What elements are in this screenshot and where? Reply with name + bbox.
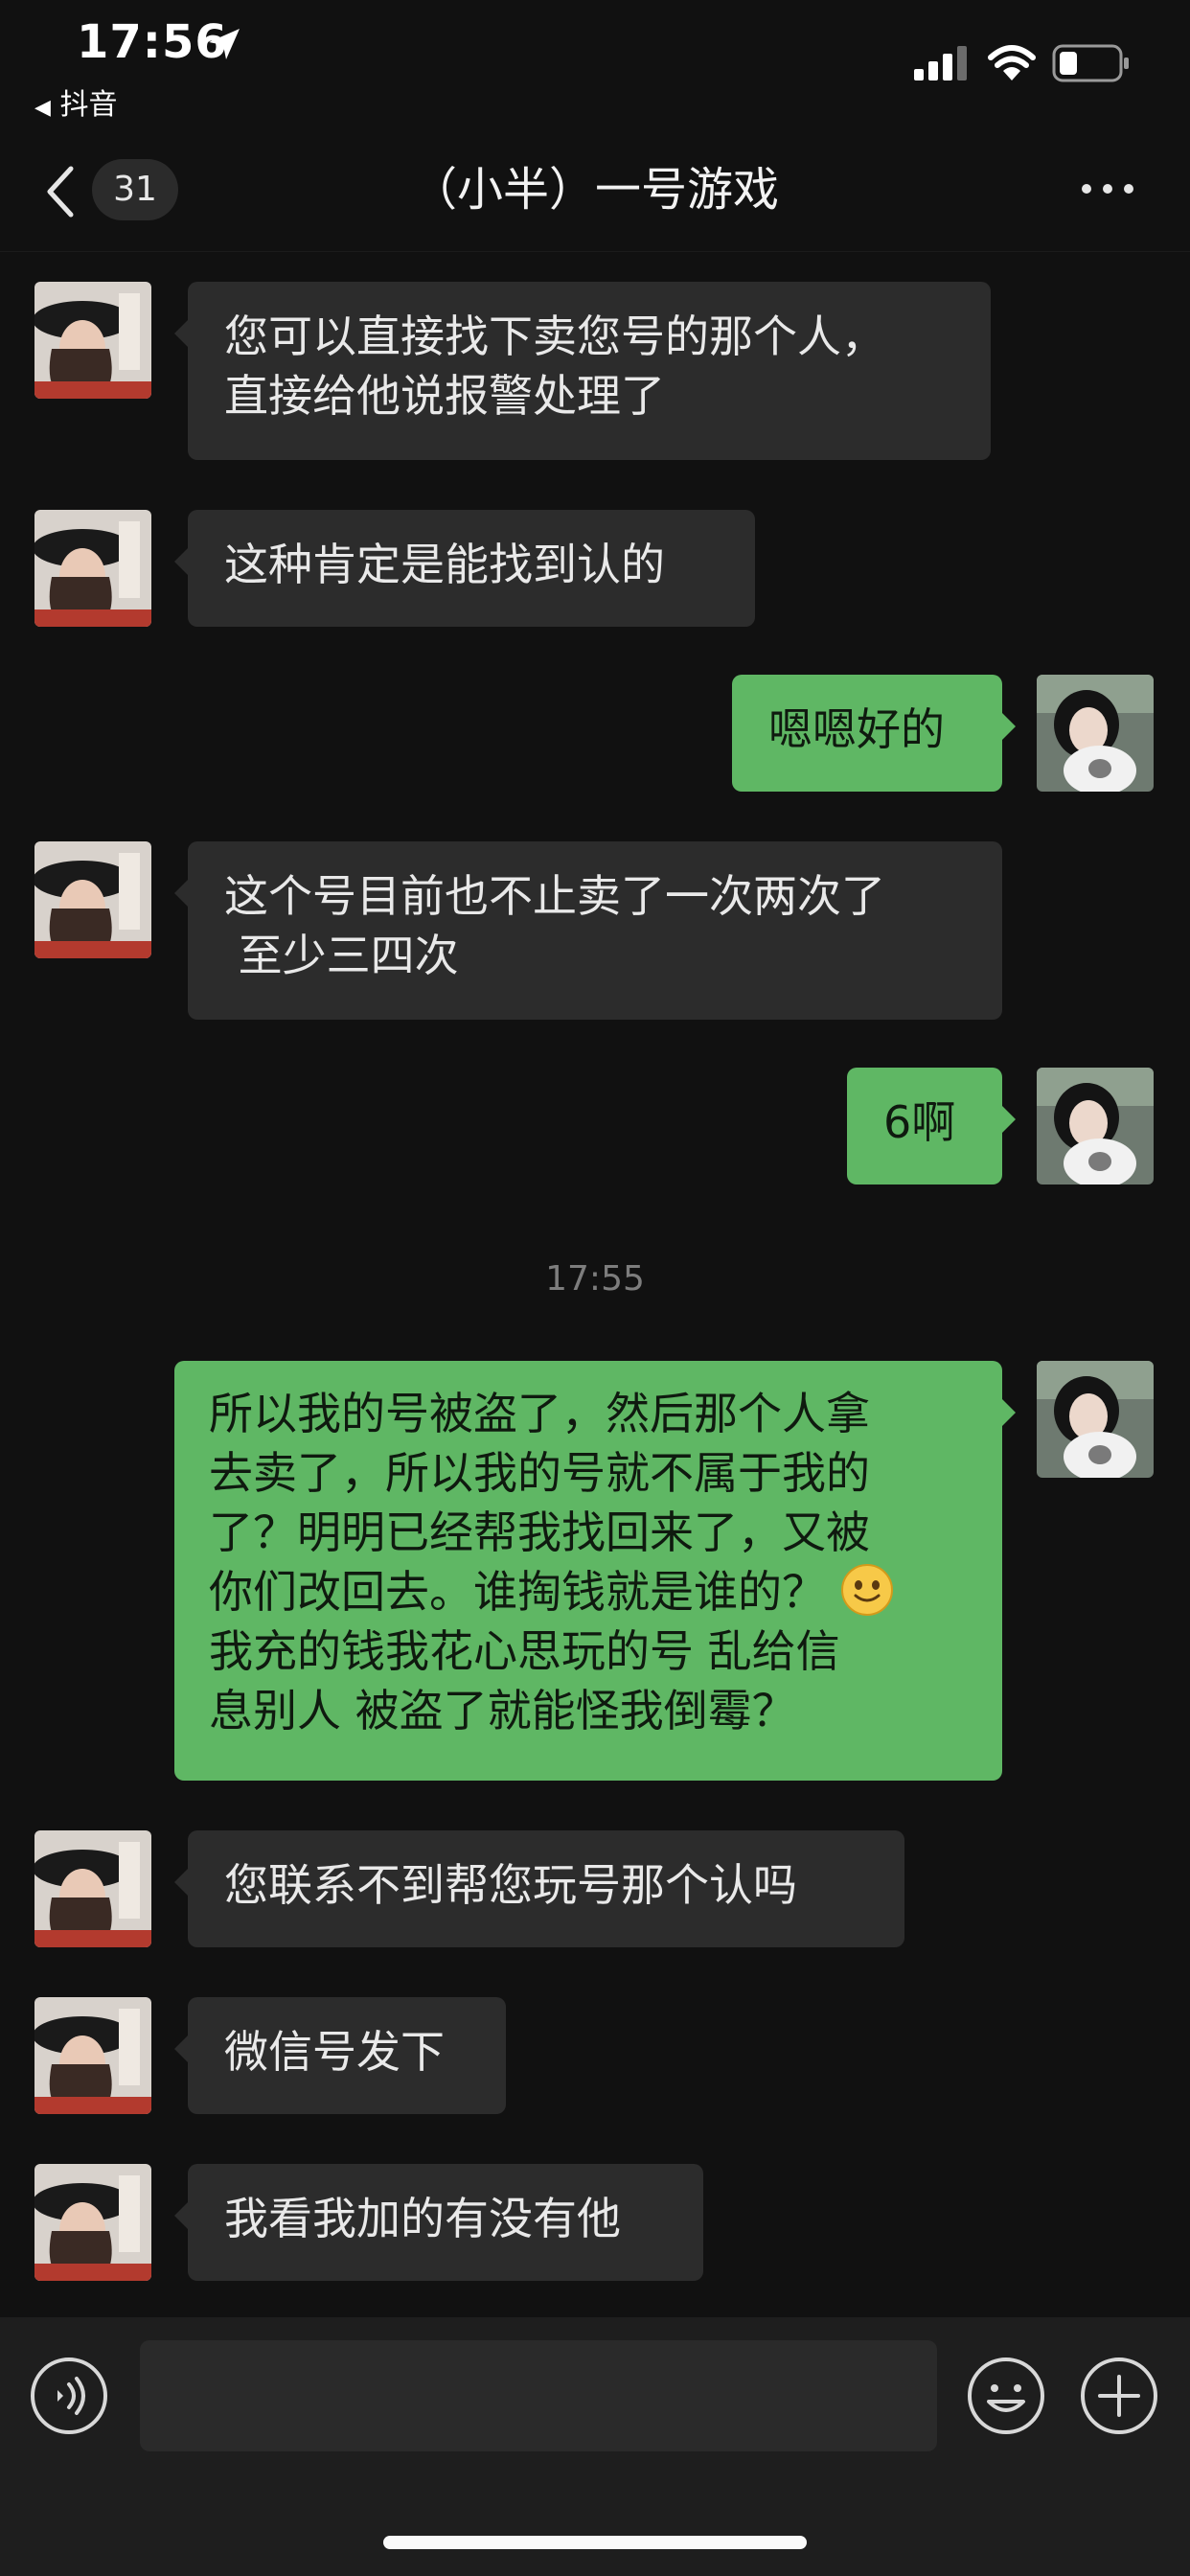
- more-dots-icon[interactable]: [1079, 172, 1136, 205]
- incoming-message-bubble[interactable]: 您联系不到帮您玩号那个认吗: [174, 1830, 904, 1947]
- my-avatar[interactable]: [1037, 675, 1154, 792]
- my-avatar[interactable]: [1037, 1361, 1154, 1478]
- back-triangle-icon: ◀: [34, 96, 51, 120]
- signal-icon: [914, 46, 967, 80]
- message-line: 这种肯定是能找到认的: [224, 539, 665, 590]
- message-line: 这个号目前也不止卖了一次两次了: [224, 870, 885, 922]
- message-line: 我看我加的有没有他: [224, 2193, 621, 2244]
- message-line: 我充的钱我花心思玩的号 乱给信: [209, 1625, 840, 1677]
- home-indicator[interactable]: [383, 2536, 807, 2549]
- outgoing-message-bubble[interactable]: 6啊: [847, 1068, 1016, 1184]
- message-input[interactable]: [140, 2340, 937, 2451]
- voice-icon[interactable]: [29, 2356, 109, 2436]
- incoming-message-bubble[interactable]: 我看我加的有没有他: [174, 2164, 703, 2281]
- message-line: 6啊: [883, 1096, 956, 1148]
- back-to-app-link[interactable]: ◀ 抖音: [34, 80, 117, 123]
- incoming-message-bubble[interactable]: 您可以直接找下卖您号的那个人， 直接给他说报警处理了: [174, 282, 991, 460]
- message-line: 息别人 被盗了就能怪我倒霉？: [209, 1685, 796, 1736]
- my-avatar[interactable]: [1037, 1068, 1154, 1184]
- incoming-message-bubble[interactable]: 这种肯定是能找到认的: [174, 510, 755, 627]
- outgoing-message-bubble[interactable]: 嗯嗯好的: [732, 675, 1016, 792]
- message-line: 您联系不到帮您玩号那个认吗: [224, 1859, 797, 1911]
- message-line: 至少三四次: [224, 930, 459, 981]
- location-arrow-icon: [209, 29, 240, 59]
- message-line: 你们改回去。谁掏钱就是谁的？: [209, 1566, 826, 1618]
- contact-avatar[interactable]: [34, 1830, 151, 1947]
- incoming-message-bubble[interactable]: 微信号发下: [174, 1997, 506, 2114]
- message-line: 微信号发下: [224, 2026, 445, 2078]
- contact-avatar[interactable]: [34, 841, 151, 958]
- header-divider: [0, 251, 1190, 252]
- contact-avatar[interactable]: [34, 282, 151, 399]
- contact-avatar[interactable]: [34, 510, 151, 627]
- message-timestamp: 17:55: [545, 1259, 645, 1299]
- outgoing-message-bubble[interactable]: 所以我的号被盗了，然后那个人拿 去卖了，所以我的号就不属于我的 了？明明已经帮我…: [174, 1361, 1016, 1781]
- chat-title: （小半）一号游戏: [410, 163, 779, 217]
- contact-avatar[interactable]: [34, 1997, 151, 2114]
- message-line: 所以我的号被盗了，然后那个人拿: [209, 1388, 870, 1439]
- contact-avatar[interactable]: [34, 2164, 151, 2281]
- message-line: 去卖了，所以我的号就不属于我的: [209, 1447, 870, 1499]
- incoming-message-bubble[interactable]: 这个号目前也不止卖了一次两次了 至少三四次: [174, 841, 1002, 1020]
- message-line: 嗯嗯好的: [768, 703, 945, 755]
- message-line-with-emoji: 你们改回去。谁掏钱就是谁的？: [209, 1562, 968, 1622]
- smile-emoji-icon: [840, 1564, 893, 1616]
- plus-circle-icon[interactable]: [1079, 2356, 1159, 2436]
- message-line: 直接给他说报警处理了: [224, 370, 665, 422]
- battery-icon: [1052, 44, 1129, 82]
- message-line: 您可以直接找下卖您号的那个人，: [224, 310, 885, 362]
- wifi-icon: [988, 45, 1036, 80]
- emoji-face-icon[interactable]: [966, 2356, 1046, 2436]
- message-line: 了？明明已经帮我找回来了，又被: [209, 1506, 870, 1558]
- back-app-label: 抖音: [59, 88, 118, 122]
